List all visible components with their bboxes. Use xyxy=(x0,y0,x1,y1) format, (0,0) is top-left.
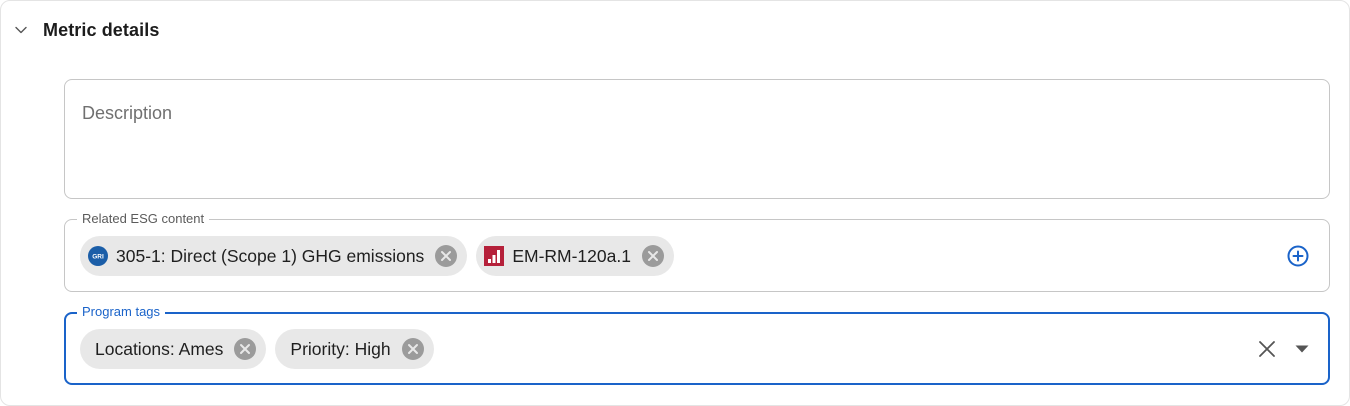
esg-chip-label: 305-1: Direct (Scope 1) GHG emissions xyxy=(116,245,425,266)
program-tags-field[interactable]: Program tags Locations: Ames Priority: H… xyxy=(64,304,1330,385)
plus-circle-icon[interactable] xyxy=(1286,244,1310,268)
sasb-logo-icon xyxy=(484,246,505,266)
remove-chip-icon[interactable] xyxy=(434,244,458,268)
program-tag-chips: Locations: Ames Priority: High xyxy=(80,329,434,369)
description-placeholder: Description xyxy=(82,103,173,123)
program-tag-chip-priority[interactable]: Priority: High xyxy=(275,329,434,369)
section-title: Metric details xyxy=(43,19,160,40)
metric-details-toggle[interactable]: Metric details xyxy=(13,15,159,45)
metric-details-card: Metric details Description Related ESG c… xyxy=(0,0,1350,406)
remove-chip-icon[interactable] xyxy=(401,337,425,361)
program-tag-label: Priority: High xyxy=(290,338,391,359)
chevron-down-icon xyxy=(13,22,29,38)
esg-chip-label: EM-RM-120a.1 xyxy=(512,245,631,266)
related-esg-content-field[interactable]: Related ESG content GRI 305-1: Direct (S… xyxy=(64,211,1330,292)
caret-down-icon[interactable] xyxy=(1292,339,1312,359)
remove-chip-icon[interactable] xyxy=(641,244,665,268)
esg-chip-gri[interactable]: GRI 305-1: Direct (Scope 1) GHG emission… xyxy=(80,236,468,276)
gri-logo-text: GRI xyxy=(92,253,104,260)
program-tag-chip-location[interactable]: Locations: Ames xyxy=(80,329,267,369)
esg-chip-sasb[interactable]: EM-RM-120a.1 xyxy=(476,236,674,276)
program-tags-label: Program tags xyxy=(77,304,166,320)
remove-chip-icon[interactable] xyxy=(233,337,257,361)
gri-logo-icon: GRI xyxy=(88,246,108,266)
related-esg-chips: GRI 305-1: Direct (Scope 1) GHG emission… xyxy=(80,236,674,276)
related-esg-content-label: Related ESG content xyxy=(77,211,210,227)
program-tag-label: Locations: Ames xyxy=(95,338,224,359)
close-icon[interactable] xyxy=(1256,338,1278,360)
description-field[interactable]: Description xyxy=(64,79,1330,199)
